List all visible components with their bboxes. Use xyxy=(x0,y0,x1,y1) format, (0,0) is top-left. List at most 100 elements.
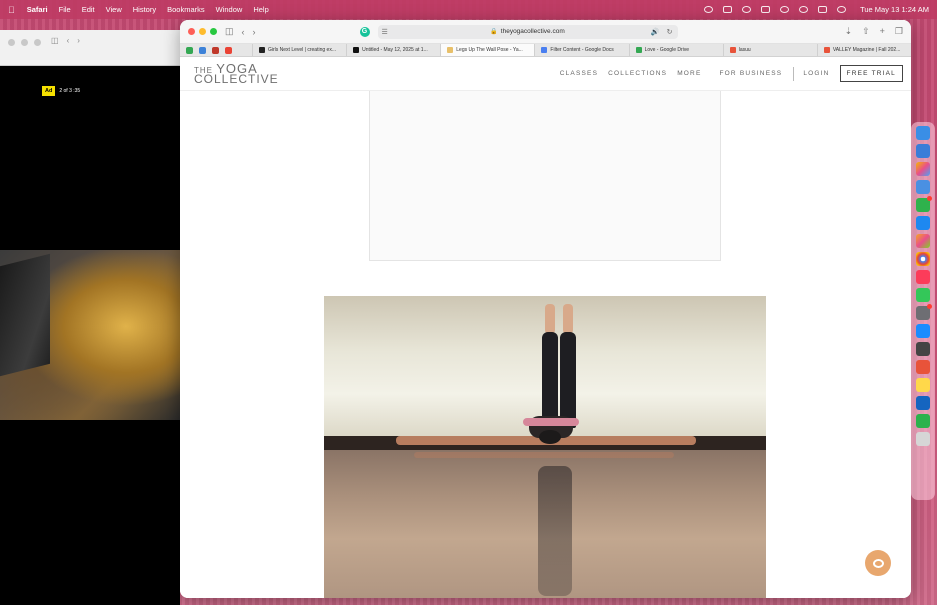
safari-dock-icon[interactable] xyxy=(916,324,930,338)
background-browser-window[interactable]: ◫ ‹ › Ad 2 of 3 :35 xyxy=(0,30,180,605)
grammarly-icon[interactable]: G xyxy=(359,26,370,37)
app-dock-icon[interactable] xyxy=(916,414,930,428)
nav-classes[interactable]: CLASSES xyxy=(560,70,598,77)
menu-view[interactable]: View xyxy=(106,5,122,14)
window-controls xyxy=(188,28,217,35)
audio-playing-icon[interactable]: 🔊 xyxy=(651,28,660,36)
ad-count: 2 of 3 :35 xyxy=(59,88,81,94)
close-button[interactable] xyxy=(8,39,15,46)
tab-girls-next-level[interactable]: Girls Next Level | creating ex... xyxy=(252,44,346,56)
mail-dock-icon[interactable] xyxy=(916,144,930,158)
iphone-mirroring-dock-icon[interactable] xyxy=(916,342,930,356)
tab-label: Legs Up The Wall Pose - Ya... xyxy=(456,47,523,53)
nav-login[interactable]: LOGIN xyxy=(803,70,829,77)
close-button[interactable] xyxy=(188,28,195,35)
nav-collections[interactable]: COLLECTIONS xyxy=(608,70,667,77)
menu-bar:  Safari File Edit View History Bookmark… xyxy=(0,0,937,19)
back-icon[interactable]: ‹ xyxy=(67,36,70,45)
tab-label: lasuu xyxy=(738,47,751,53)
background-window-toolbar: ◫ ‹ › xyxy=(0,30,180,66)
app-store-dock-icon[interactable] xyxy=(916,216,930,230)
back-icon[interactable]: ‹ xyxy=(242,27,245,37)
toolbar-right: ⇣ ⇧ + ❐ xyxy=(845,26,903,37)
zoom-button[interactable] xyxy=(34,39,41,46)
notes-dock-icon[interactable] xyxy=(916,378,930,392)
siri-icon[interactable] xyxy=(837,6,847,13)
tab-overview-icon[interactable]: ❐ xyxy=(895,26,903,37)
screen-mirror-icon[interactable] xyxy=(723,6,733,13)
browser-toolbar: ◫ ‹ › G ☰ 🔒 theyogacollective.com 🔊 ↻ ⇣ … xyxy=(180,20,911,44)
tab-filter-content[interactable]: Filter Content - Google Docs xyxy=(534,44,628,56)
new-tab-icon[interactable]: + xyxy=(880,26,885,37)
gmail-icon[interactable] xyxy=(225,46,232,54)
finder-icon[interactable] xyxy=(199,46,206,54)
tab-untitled[interactable]: Untitled - May 12, 2025 at 1... xyxy=(346,44,440,56)
chrome-dock-icon[interactable] xyxy=(916,252,930,266)
facetime-dock-icon[interactable] xyxy=(916,196,932,212)
menu-app-name[interactable]: Safari xyxy=(27,5,48,14)
lasuu-dock-icon[interactable] xyxy=(916,360,930,374)
zoom-button[interactable] xyxy=(210,28,217,35)
sidebar-icon[interactable]: ◫ xyxy=(225,26,234,37)
menu-window[interactable]: Window xyxy=(216,5,243,14)
photos-dock-icon[interactable] xyxy=(916,162,930,176)
tab-bar: Girls Next Level | creating ex... Untitl… xyxy=(180,44,911,57)
web-page: THE YOGA COLLECTIVE CLASSES COLLECTIONS … xyxy=(180,57,911,598)
forward-icon[interactable]: › xyxy=(253,27,256,37)
url-text: theyogacollective.com xyxy=(500,28,565,35)
tab-favicon-icon xyxy=(447,47,454,53)
tab-label: Girls Next Level | creating ex... xyxy=(268,47,336,53)
tab-lasuu[interactable]: lasuu xyxy=(722,44,817,56)
pinned-favorites xyxy=(180,44,252,56)
video-frame[interactable] xyxy=(0,250,180,420)
free-trial-button[interactable]: FREE TRIAL xyxy=(839,65,903,82)
pinterest-icon[interactable] xyxy=(212,46,219,54)
address-bar[interactable]: ☰ 🔒 theyogacollective.com 🔊 ↻ xyxy=(377,24,678,39)
menu-edit[interactable]: Edit xyxy=(82,5,95,14)
minimize-button[interactable] xyxy=(21,39,28,46)
menu-file[interactable]: File xyxy=(59,5,71,14)
nav-for-business[interactable]: FOR BUSINESS xyxy=(720,70,783,77)
launchpad-dock-icon[interactable] xyxy=(916,234,930,248)
music-dock-icon[interactable] xyxy=(916,270,930,284)
messages-dock-icon[interactable] xyxy=(916,288,930,302)
forward-icon[interactable]: › xyxy=(77,36,80,45)
tab-legs-up-wall[interactable]: Legs Up The Wall Pose - Ya... xyxy=(440,44,535,56)
tab-valley-magazine[interactable]: VALLEY Magazine | Fall 202... xyxy=(816,44,911,56)
reload-icon[interactable]: ↻ xyxy=(667,28,673,36)
zoom-dock-icon[interactable] xyxy=(916,396,930,410)
preview-dock-icon[interactable] xyxy=(916,180,930,194)
status-area: Tue May 13 1:24 AM xyxy=(704,5,929,14)
drive-icon[interactable] xyxy=(186,46,193,54)
system-settings-dock-icon[interactable] xyxy=(916,304,932,320)
download-icon[interactable]: ⇣ xyxy=(845,26,853,37)
help-chat-button[interactable] xyxy=(865,550,891,576)
battery-icon[interactable] xyxy=(761,6,771,13)
reader-icon[interactable]: ☰ xyxy=(382,28,388,36)
menu-help[interactable]: Help xyxy=(253,5,268,14)
search-icon[interactable] xyxy=(799,6,809,13)
share-icon[interactable]: ⇧ xyxy=(862,26,870,37)
wifi-icon[interactable] xyxy=(780,6,790,13)
site-logo[interactable]: THE YOGA COLLECTIVE xyxy=(194,62,279,86)
tab-favicon-icon xyxy=(823,47,830,53)
dock xyxy=(911,122,935,500)
tab-love-drive[interactable]: Love - Google Drive xyxy=(628,44,723,56)
play-icon[interactable] xyxy=(742,6,752,13)
tab-label: Love - Google Drive xyxy=(644,47,690,53)
menu-history[interactable]: History xyxy=(133,5,156,14)
camera-icon[interactable] xyxy=(704,6,714,13)
sidebar-icon[interactable]: ◫ xyxy=(51,36,59,45)
finder-dock-icon[interactable] xyxy=(916,126,930,140)
tab-label: Untitled - May 12, 2025 at 1... xyxy=(362,47,428,53)
control-center-icon[interactable] xyxy=(818,6,828,13)
menu-bookmarks[interactable]: Bookmarks xyxy=(167,5,205,14)
tab-label: Filter Content - Google Docs xyxy=(550,47,614,53)
trash-dock-icon[interactable] xyxy=(916,432,930,446)
apple-icon[interactable]:  xyxy=(8,5,15,15)
minimize-button[interactable] xyxy=(199,28,206,35)
nav-more[interactable]: MORE xyxy=(677,70,701,77)
nav-divider xyxy=(793,66,795,81)
ad-placeholder xyxy=(369,91,721,261)
menubar-clock[interactable]: Tue May 13 1:24 AM xyxy=(860,5,929,14)
